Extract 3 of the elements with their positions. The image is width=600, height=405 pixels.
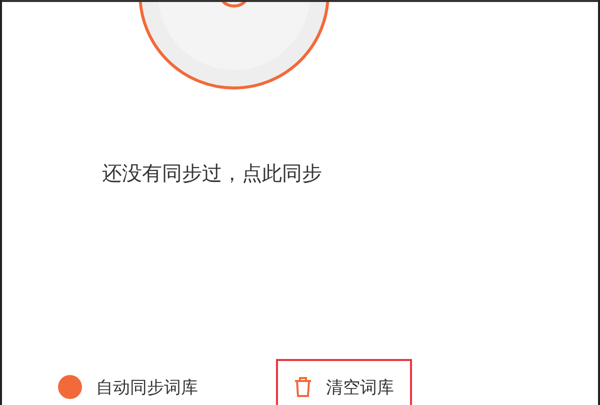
auto-sync-option[interactable]: 自动同步词库 bbox=[40, 359, 216, 405]
clear-button[interactable]: 清空词库 bbox=[276, 359, 412, 405]
sync-prompt[interactable]: 还没有同步过，点此同步 bbox=[102, 160, 322, 187]
